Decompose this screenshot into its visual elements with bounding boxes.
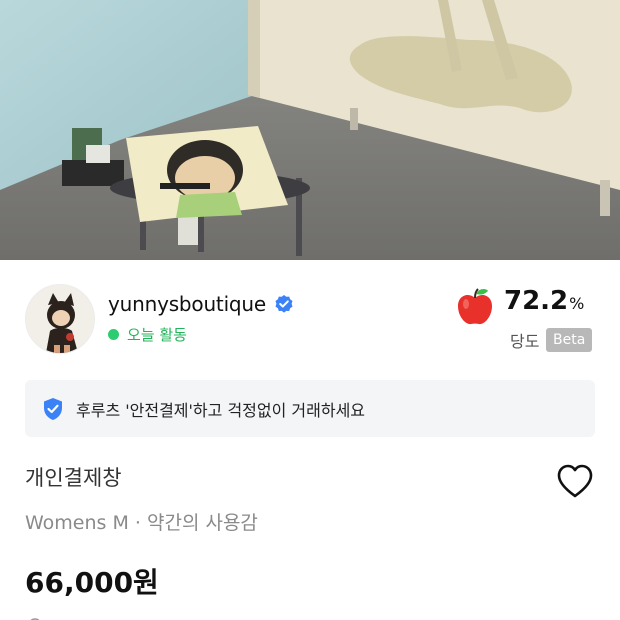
sweetness-number: 72.2 [504,286,569,316]
beta-badge: Beta [546,328,593,352]
safe-payment-text: 후루츠 '안전결제'하고 걱정없이 거래하세요 [76,400,366,420]
product-photo-illustration [0,0,620,260]
activity-label: 오늘 활동 [127,326,187,344]
next-row-partial-icons [25,611,65,620]
verified-icon [274,294,294,314]
seller-info[interactable]: yunnysboutique 오늘 활동 72.2% 당도 Beta [25,284,595,356]
safe-payment-banner[interactable]: 후루츠 '안전결제'하고 걱정없이 거래하세요 [25,380,595,437]
product-title: 개인결제창 [25,466,122,490]
avatar-illustration [26,285,94,353]
seller-name[interactable]: yunnysboutique [108,292,266,316]
sweetness-value: 72.2% [504,286,584,316]
activity-status: 오늘 활동 [108,324,187,345]
seller-name-row: yunnysboutique [108,292,294,316]
product-meta: Womens M · 약간의 사용감 [25,512,258,534]
sweetness-label: 당도 [510,332,540,351]
seller-avatar[interactable] [25,284,95,354]
heart-icon[interactable] [556,463,594,499]
product-price: 66,000원 [25,566,159,599]
apple-icon [455,286,495,326]
product-photo[interactable] [0,0,620,260]
shield-icon [42,397,64,421]
sweetness-unit: % [569,294,585,313]
online-status-dot [108,329,119,340]
sweetness-score[interactable]: 72.2% 당도 Beta [455,284,595,356]
